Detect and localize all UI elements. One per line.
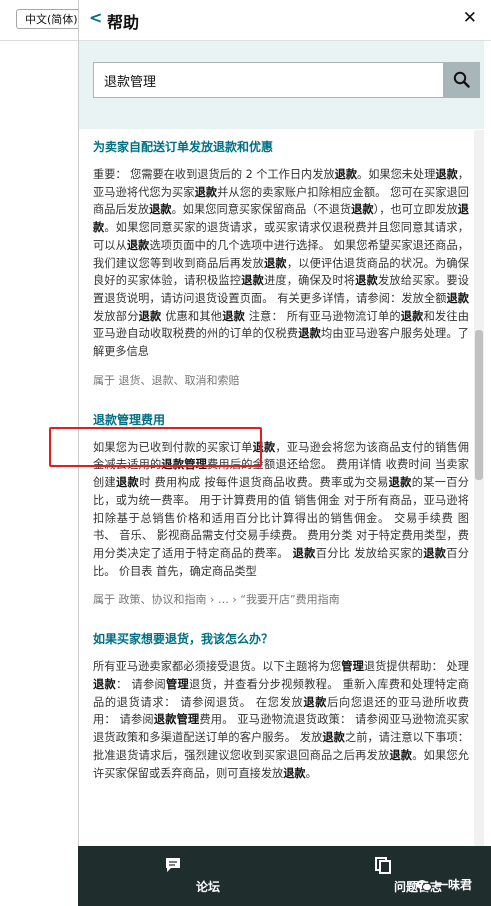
search-input[interactable] [93,62,443,98]
highlight-annotation [49,427,262,467]
keyword-highlight: 退款 [388,476,412,490]
snippet-text: 所有亚马逊卖家都必须接受退货。以下主题将为您 [93,660,342,674]
keyword-highlight: 退款 [116,476,140,490]
result-breadcrumb[interactable]: 属于 退货、退款、取消和索赔 [93,373,469,389]
chat-bubble-icon [166,858,180,872]
scrollbar-track[interactable] [474,130,484,846]
forum-label: 论坛 [195,880,220,894]
keyword-highlight: 退款 [446,291,469,305]
keyword-highlight: 退款 [292,546,316,560]
watermark-text: 一味君 [436,878,473,892]
scrollbar-thumb[interactable] [475,330,483,480]
snippet-text: 发放部分 [93,309,139,323]
keyword-highlight: 退款管理 [153,713,200,727]
issue-log-button[interactable]: 问题日志 [348,846,442,906]
snippet-text: 。如果您未处理 [357,168,436,181]
keyword-highlight: 退款 [138,309,162,323]
keyword-highlight: 退款 [241,274,264,288]
keyword-highlight: 退款 [149,203,172,217]
snippet-text: 百分比 发放给买家的 [315,546,424,560]
snippet-text: 。如果您同意买家保留商品（不退货 [171,203,352,217]
keyword-highlight: 退款 [194,185,218,199]
keyword-highlight: 退款 [93,678,117,692]
snippet-text: 优惠和其他 [161,309,223,323]
keyword-highlight: 管理 [166,678,190,692]
keyword-highlight: 退款 [303,695,328,709]
keyword-highlight: 退款 [400,309,424,323]
result-breadcrumb[interactable]: 属于 政策、协议和指南 › … › “我要开店”费用指南 [93,592,469,608]
result-snippet: 重要： 您需要在收到退货后的 2 个工作日内发放退款。如果您未处理退款，亚马逊将… [93,166,469,361]
keyword-highlight: 退款 [355,274,378,288]
snippet-text: 重要： 您需要在收到退货后的 2 个工作日内发放 [93,168,335,181]
language-select[interactable]: 中文(简体) [16,9,86,29]
keyword-highlight: 退款 [351,203,374,217]
search-icon [453,71,470,88]
back-chevron-icon[interactable]: < [89,8,102,27]
keyword-highlight: 退款 [389,748,413,762]
panel-title: 帮助 [107,13,140,32]
copy-document-icon [375,857,391,874]
keyword-highlight: 退款 [334,168,358,181]
search-result-item: 如果买家想要退货，我该怎么办？ 所有亚马逊卖家都必须接受退货。以下主题将为您管理退… [93,630,469,782]
search-button[interactable] [443,62,480,98]
keyword-highlight: 退款 [423,546,447,560]
forum-button[interactable]: 论坛 [138,846,220,906]
help-panel-header: < 帮助 ✕ [79,0,491,41]
keyword-highlight: 退款 [222,309,246,323]
result-title-link[interactable]: 为卖家自配送订单发放退款和优惠 [93,138,469,156]
help-footer: 论坛 问题日志 一味君 [78,846,491,906]
search-result-item: 为卖家自配送订单发放退款和优惠 重要： 您需要在收到退货后的 2 个工作日内发放退… [93,138,469,389]
snippet-text: ： 请参阅 [116,678,166,692]
background-topbar: 中文(简体) [0,0,86,41]
keyword-highlight: 退款 [435,168,458,181]
snippet-text: 注意： 所有亚马逊物流订单的 [245,309,401,323]
keyword-highlight: 退款 [126,238,150,252]
keyword-highlight: 退款 [322,731,345,745]
keyword-highlight: 管理 [341,660,364,674]
result-title-link[interactable]: 如果买家想要退货，我该怎么办？ [93,630,469,648]
keyword-highlight: 退款 [298,327,321,341]
snippet-text: 进度，确保及时将 [263,274,356,288]
keyword-highlight: 退款 [283,766,306,780]
search-area [79,41,484,129]
snippet-text: 。 [305,766,317,780]
close-icon[interactable]: ✕ [463,8,477,28]
wechat-watermark: 一味君 [416,876,472,893]
snippet-text: ），也可立即发放 [373,203,458,217]
result-snippet: 所有亚马逊卖家都必须接受退货。以下主题将为您管理退货提供帮助： 处理退款： 请参… [93,658,469,782]
search-results: 为卖家自配送订单发放退款和优惠 重要： 您需要在收到退货后的 2 个工作日内发放退… [93,130,469,846]
snippet-text: 时 费用构成 按每件退货商品收费。费率或为交易 [139,476,389,490]
keyword-highlight: 退款 [264,256,287,270]
wechat-icon [416,880,432,892]
snippet-text: 退货提供帮助： 处理 [363,660,469,674]
